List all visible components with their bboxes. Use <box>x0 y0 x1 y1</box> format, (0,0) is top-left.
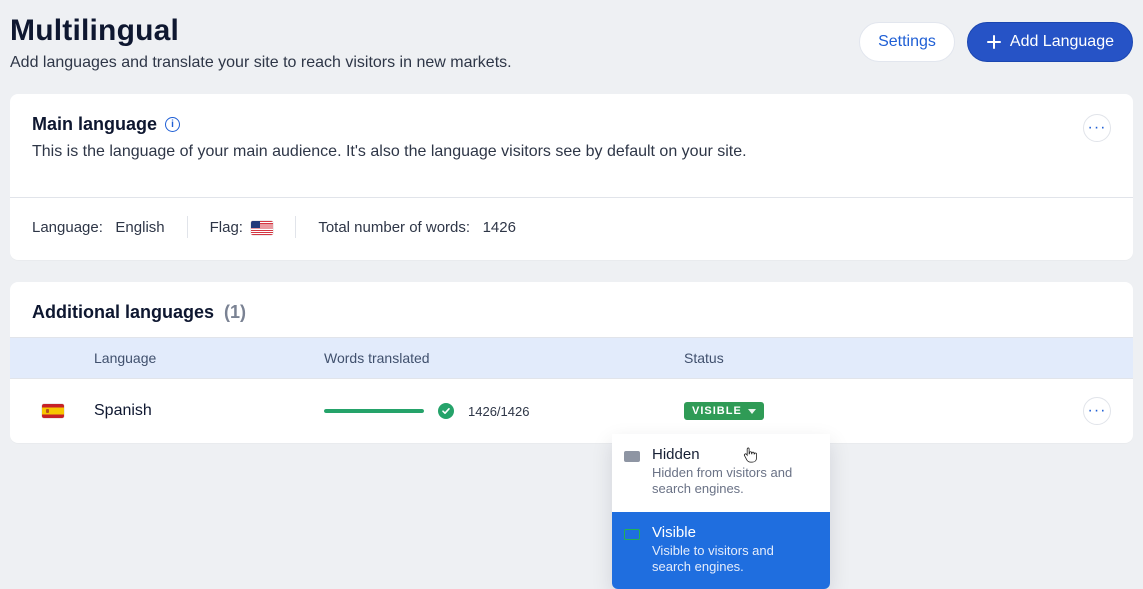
info-icon[interactable]: i <box>165 117 180 132</box>
flag-label: Flag: <box>210 219 243 236</box>
status-option-hidden[interactable]: Hidden Hidden from visitors and search e… <box>612 434 830 512</box>
visible-swatch-icon <box>624 529 640 540</box>
page-title: Multilingual <box>10 14 512 48</box>
status-option-hidden-title: Hidden <box>652 446 816 463</box>
check-icon <box>438 403 454 419</box>
settings-button-label: Settings <box>878 33 936 51</box>
col-status: Status <box>684 350 944 366</box>
hidden-swatch-icon <box>624 451 640 462</box>
language-label: Language: <box>32 219 103 236</box>
total-words-value: 1426 <box>483 219 516 236</box>
add-language-button[interactable]: Add Language <box>967 22 1133 62</box>
col-language: Language <box>94 350 324 366</box>
additional-languages-card: Additional languages (1) Language Words … <box>10 282 1133 443</box>
status-option-visible-desc: Visible to visitors and search engines. <box>652 543 816 576</box>
status-option-visible-title: Visible <box>652 524 816 541</box>
separator <box>295 216 296 238</box>
es-flag-icon <box>42 404 64 418</box>
total-words-label: Total number of words: <box>318 219 470 236</box>
main-language-more-button[interactable]: ··· <box>1083 114 1111 142</box>
settings-button[interactable]: Settings <box>859 22 955 62</box>
status-option-visible[interactable]: Visible Visible to visitors and search e… <box>612 512 830 589</box>
row-language-name: Spanish <box>94 402 324 420</box>
main-language-card: Main language i This is the language of … <box>10 94 1133 260</box>
main-language-title: Main language i <box>32 114 747 135</box>
language-value: English <box>115 219 164 236</box>
plus-icon <box>986 34 1002 50</box>
status-option-hidden-desc: Hidden from visitors and search engines. <box>652 465 816 498</box>
add-language-button-label: Add Language <box>1010 33 1114 51</box>
additional-languages-count: (1) <box>224 302 246 322</box>
row-more-button[interactable]: ··· <box>1083 397 1111 425</box>
status-badge-label: VISIBLE <box>692 405 742 417</box>
status-dropdown: Hidden Hidden from visitors and search e… <box>612 434 830 589</box>
main-language-title-text: Main language <box>32 114 157 135</box>
us-flag-icon <box>251 221 273 235</box>
separator <box>187 216 188 238</box>
translation-progress-bar <box>324 409 424 413</box>
main-language-desc: This is the language of your main audien… <box>32 143 747 161</box>
chevron-down-icon <box>748 409 756 414</box>
status-badge[interactable]: VISIBLE <box>684 402 764 420</box>
table-row: Spanish 1426/1426 VISIBLE <box>10 379 1133 443</box>
languages-table-header: Language Words translated Status <box>10 337 1133 379</box>
col-words-translated: Words translated <box>324 350 684 366</box>
row-words-count: 1426/1426 <box>468 404 529 419</box>
page-subtitle: Add languages and translate your site to… <box>10 54 512 72</box>
additional-languages-title: Additional languages <box>32 302 214 322</box>
